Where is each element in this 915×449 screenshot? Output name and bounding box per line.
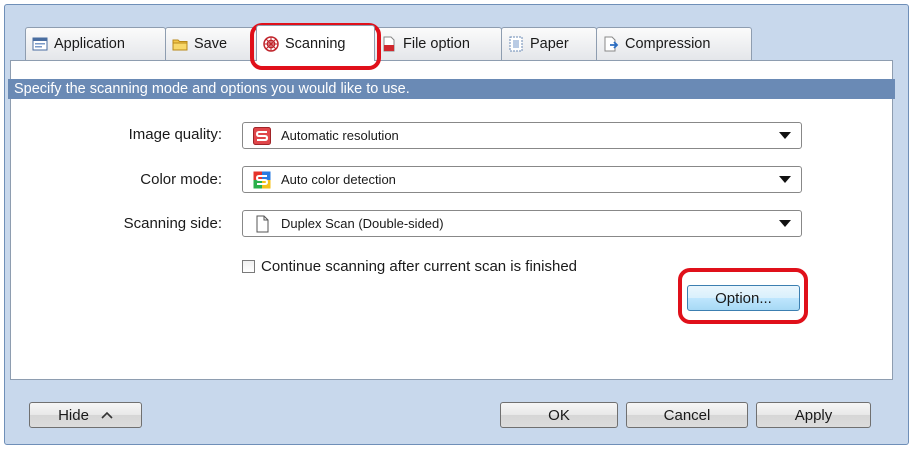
tab-label: Compression <box>625 36 711 52</box>
chevron-down-icon <box>779 176 791 183</box>
chevron-up-icon <box>101 411 113 419</box>
scanning-side-label: Scanning side: <box>123 215 222 232</box>
image-quality-dropdown[interactable]: Automatic resolution <box>242 122 802 149</box>
tab-application[interactable]: Application <box>25 27 166 60</box>
continue-scanning-checkbox[interactable] <box>242 260 255 273</box>
scanning-side-value: Duplex Scan (Double-sided) <box>281 216 444 231</box>
scanning-side-dropdown[interactable]: Duplex Scan (Double-sided) <box>242 210 802 237</box>
instruction-banner: Specify the scanning mode and options yo… <box>8 79 895 99</box>
image-quality-value: Automatic resolution <box>281 128 399 143</box>
scansnap-red-icon <box>253 126 271 145</box>
continue-scanning-label: Continue scanning after current scan is … <box>261 258 578 275</box>
tab-paper[interactable]: Paper <box>501 27 597 60</box>
tab-label: File option <box>403 36 470 52</box>
tab-scanning[interactable]: Scanning <box>256 25 375 61</box>
continue-scanning-option[interactable]: Continue scanning after current scan is … <box>242 258 577 275</box>
tab-file-option[interactable]: File option <box>374 27 502 60</box>
tab-compression[interactable]: Compression <box>596 27 752 60</box>
scanning-icon <box>263 35 279 52</box>
color-mode-value: Auto color detection <box>281 172 396 187</box>
application-icon <box>32 37 48 51</box>
image-quality-label: Image quality: <box>128 126 222 143</box>
color-mode-label: Color mode: <box>140 171 222 188</box>
hide-button[interactable]: Hide <box>29 402 142 428</box>
scansnap-color-icon <box>253 171 271 188</box>
file-option-icon <box>383 36 395 52</box>
paper-icon <box>509 36 523 52</box>
chevron-down-icon <box>779 132 791 139</box>
color-mode-dropdown[interactable]: Auto color detection <box>242 166 802 193</box>
ok-button[interactable]: OK <box>500 402 618 428</box>
save-folder-icon <box>172 39 188 51</box>
hide-label: Hide <box>58 406 89 424</box>
chevron-down-icon <box>779 220 791 227</box>
option-button[interactable]: Option... <box>687 285 800 311</box>
compression-icon <box>604 36 619 52</box>
page-icon <box>256 215 269 232</box>
tab-label: Scanning <box>285 35 346 52</box>
tab-label: Save <box>194 36 228 52</box>
tab-save[interactable]: Save <box>165 27 257 60</box>
tab-label: Paper <box>530 36 569 52</box>
cancel-button[interactable]: Cancel <box>626 402 748 428</box>
apply-button[interactable]: Apply <box>756 402 871 428</box>
tab-label: Application <box>54 36 125 52</box>
